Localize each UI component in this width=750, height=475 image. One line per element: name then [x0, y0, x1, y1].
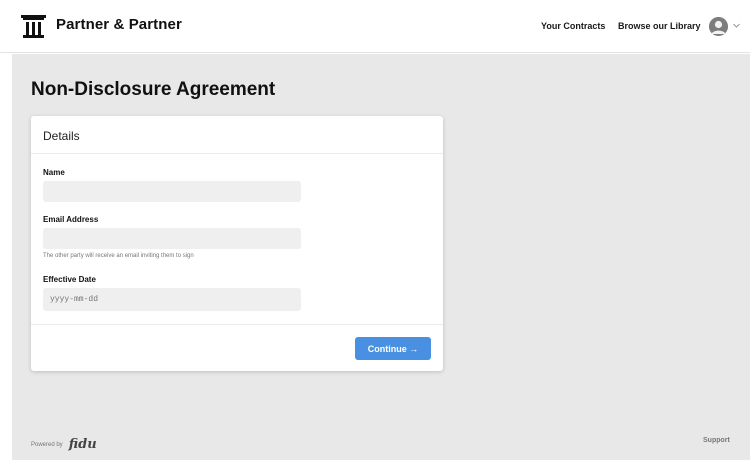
fidu-logo[interactable]: fidu: [69, 437, 97, 452]
email-input[interactable]: [43, 228, 301, 249]
card-header: Details: [31, 116, 443, 154]
user-silhouette-icon: [709, 17, 728, 36]
nav-browse-library[interactable]: Browse our Library: [618, 21, 701, 31]
support-link[interactable]: Support: [703, 437, 730, 444]
column-logo-icon[interactable]: [20, 13, 47, 40]
name-input[interactable]: [43, 181, 301, 202]
chevron-down-icon[interactable]: [732, 21, 741, 30]
effective-date-input[interactable]: [43, 288, 301, 311]
effective-date-label: Effective Date: [43, 275, 96, 284]
page-title: Non-Disclosure Agreement: [31, 79, 276, 100]
continue-button[interactable]: Continue →: [355, 337, 431, 360]
user-avatar[interactable]: [709, 17, 728, 36]
powered-by-text: Powered by: [31, 441, 63, 448]
powered-by: Powered by fidu: [31, 437, 97, 452]
main-content: Non-Disclosure Agreement Details Name Em…: [12, 54, 750, 460]
email-label: Email Address: [43, 215, 99, 224]
details-card: Details Name Email Address The other par…: [31, 116, 443, 371]
top-navigation-bar: Partner & Partner Your Contracts Browse …: [0, 0, 750, 53]
name-label: Name: [43, 168, 65, 177]
card-divider: [31, 324, 443, 325]
brand-name[interactable]: Partner & Partner: [56, 16, 182, 33]
email-help-text: The other party will receive an email in…: [43, 253, 194, 259]
nav-your-contracts[interactable]: Your Contracts: [541, 21, 605, 31]
